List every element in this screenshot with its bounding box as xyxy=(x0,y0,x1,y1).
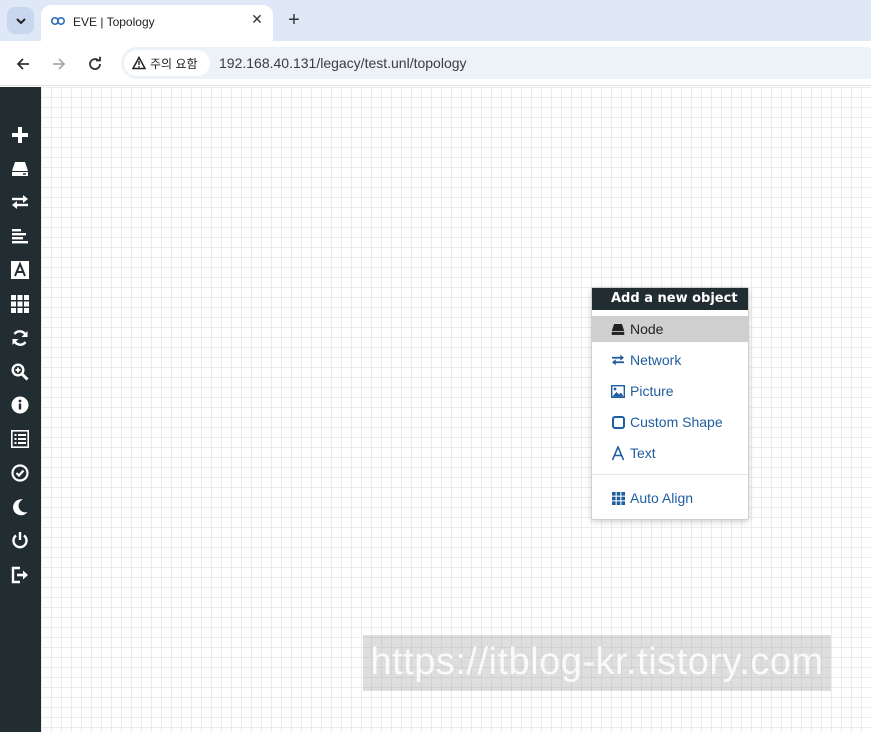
menu-item-node[interactable]: Node xyxy=(592,316,748,342)
menu-item-label: Auto Align xyxy=(630,490,694,506)
picture-icon xyxy=(611,384,625,398)
menu-item-label: Text xyxy=(630,445,656,461)
check-circle-icon xyxy=(11,464,29,482)
tab-title: EVE | Topology xyxy=(73,15,155,29)
menu-item-auto-align[interactable]: Auto Align xyxy=(592,485,748,511)
menu-divider xyxy=(592,474,748,475)
back-button[interactable] xyxy=(10,51,36,77)
eve-sidebar xyxy=(0,87,41,732)
browser-tab[interactable]: EVE | Topology ✕ xyxy=(41,5,273,41)
nodes-button[interactable] xyxy=(9,158,31,180)
moon-icon xyxy=(13,499,28,516)
tab-search-button[interactable] xyxy=(7,7,34,34)
grid-icon xyxy=(611,491,625,505)
dark-mode-button[interactable] xyxy=(9,496,31,518)
reload-button[interactable] xyxy=(82,51,108,77)
context-menu-title: Add a new object xyxy=(592,288,748,310)
menu-item-label: Picture xyxy=(630,383,674,399)
status-button[interactable] xyxy=(9,394,31,416)
logout-button[interactable] xyxy=(9,564,31,586)
square-icon xyxy=(611,415,625,429)
warning-icon xyxy=(132,56,146,70)
network-exchange-icon xyxy=(12,195,28,209)
security-chip[interactable]: 주의 요함 xyxy=(124,50,210,76)
node-icon xyxy=(611,322,625,336)
tab-strip: EVE | Topology ✕ + xyxy=(0,0,871,41)
arrow-right-icon xyxy=(53,58,66,70)
text-icon xyxy=(611,445,625,460)
url-text[interactable]: 192.168.40.131/legacy/test.unl/topology xyxy=(219,55,467,71)
text-box-icon xyxy=(11,261,29,279)
logout-icon xyxy=(11,566,28,584)
menu-item-network[interactable]: Network xyxy=(592,347,748,373)
grid-button[interactable] xyxy=(9,293,31,315)
lock-lab-button[interactable] xyxy=(9,462,31,484)
network-exchange-icon xyxy=(611,353,625,367)
menu-item-label: Node xyxy=(630,321,664,337)
menu-item-text[interactable]: Text xyxy=(592,440,748,466)
address-bar[interactable]: 주의 요함 192.168.40.131/legacy/test.unl/top… xyxy=(121,47,871,79)
zoom-button[interactable] xyxy=(9,361,31,383)
networks-button[interactable] xyxy=(9,191,31,213)
startup-config-button[interactable] xyxy=(9,225,31,247)
lab-details-button[interactable] xyxy=(9,428,31,450)
watermark: https://itblog-kr.tistory.com xyxy=(363,635,831,691)
add-object-button[interactable] xyxy=(9,124,31,146)
node-icon xyxy=(12,162,28,176)
text-objects-button[interactable] xyxy=(9,259,31,281)
plus-icon xyxy=(12,127,28,143)
browser-toolbar: 주의 요함 192.168.40.131/legacy/test.unl/top… xyxy=(0,41,871,86)
arrow-left-icon xyxy=(16,58,29,70)
align-left-icon xyxy=(12,229,28,244)
chevron-down-icon xyxy=(15,17,26,24)
menu-item-label: Network xyxy=(630,352,682,368)
add-object-context-menu: Add a new object Node Network Picture Cu… xyxy=(591,287,749,520)
refresh-button[interactable] xyxy=(9,327,31,349)
new-tab-button[interactable]: + xyxy=(283,9,305,31)
refresh-icon xyxy=(12,330,28,346)
menu-item-label: Custom Shape xyxy=(630,414,723,430)
close-lab-button[interactable] xyxy=(9,529,31,551)
forward-button[interactable] xyxy=(46,51,72,77)
info-icon xyxy=(11,396,29,414)
watermark-text: https://itblog-kr.tistory.com xyxy=(370,641,824,683)
eve-favicon-icon xyxy=(50,17,66,26)
menu-item-picture[interactable]: Picture xyxy=(592,378,748,404)
menu-item-custom-shape[interactable]: Custom Shape xyxy=(592,409,748,435)
reload-icon xyxy=(89,56,101,70)
security-label: 주의 요함 xyxy=(150,56,198,71)
zoom-in-icon xyxy=(11,363,29,381)
grid-icon xyxy=(11,295,29,313)
power-icon xyxy=(12,532,28,549)
list-icon xyxy=(11,430,29,448)
tab-close-icon[interactable]: ✕ xyxy=(248,10,266,28)
